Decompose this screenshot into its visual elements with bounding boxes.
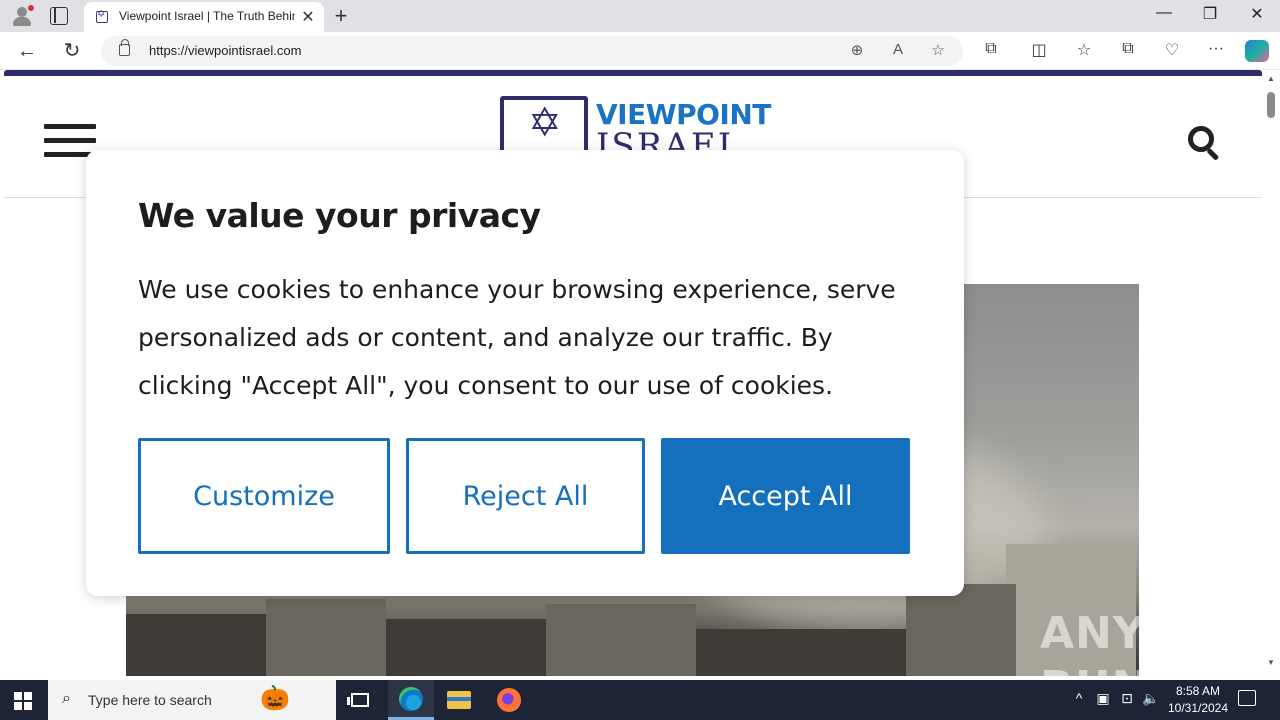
cookie-dialog-text: We use cookies to enhance your browsing … [138, 275, 896, 400]
read-aloud-icon[interactable]: A [887, 41, 909, 58]
anyrun-watermark: ANYRUN [1040, 608, 1262, 676]
tab-actions-icon[interactable] [50, 7, 68, 25]
reject-all-button[interactable]: Reject All [406, 438, 645, 554]
tab-title: Viewpoint Israel | The Truth Behind [119, 9, 295, 23]
browser-toolbar: ← ↻ https://viewpointisrael.com ⊕ A ☆ ⧉ … [0, 32, 1280, 70]
file-explorer-icon [447, 691, 471, 709]
maximize-button[interactable]: ❐ [1195, 4, 1225, 24]
close-window-button[interactable]: ✕ [1242, 4, 1272, 24]
site-logo[interactable]: VIEWPOINT ISRAEL [500, 96, 771, 166]
taskbar-file-explorer[interactable] [436, 680, 482, 720]
system-clock[interactable]: 8:58 AM 10/31/2024 [1160, 683, 1236, 717]
copilot-icon[interactable] [1245, 40, 1269, 62]
url-text[interactable]: https://viewpointisrael.com [149, 43, 301, 58]
taskbar-firefox[interactable] [486, 680, 532, 720]
accept-all-button[interactable]: Accept All [661, 438, 910, 554]
page-scrollbar[interactable]: ▲ ▼ [1262, 70, 1280, 676]
minimize-button[interactable]: — [1149, 4, 1179, 22]
star-of-david-icon [500, 96, 588, 156]
back-button[interactable]: ← [14, 39, 40, 63]
play-icon [1149, 610, 1186, 662]
edge-icon [399, 686, 423, 711]
chevron-up-icon[interactable]: ^ [1068, 690, 1090, 706]
search-icon: ⌕ [62, 690, 71, 707]
favorite-star-icon[interactable]: ☆ [927, 41, 949, 59]
more-menu-icon[interactable]: ··· [1204, 40, 1228, 58]
address-bar[interactable]: https://viewpointisrael.com ⊕ A ☆ [101, 36, 963, 66]
favorites-icon[interactable]: ☆ [1072, 40, 1096, 60]
customize-button[interactable]: Customize [138, 438, 390, 554]
clock-date: 10/31/2024 [1167, 701, 1229, 715]
notification-icon[interactable] [1238, 690, 1256, 706]
scroll-down-icon[interactable]: ▼ [1267, 658, 1275, 667]
taskbar-search-box[interactable]: ⌕ Type here to search 🎃 [48, 680, 336, 720]
taskbar-edge[interactable] [388, 680, 434, 720]
tab-close-icon[interactable]: ✕ [299, 7, 317, 27]
browser-tab-strip: Viewpoint Israel | The Truth Behind ✕ + … [0, 0, 1280, 32]
profile-icon[interactable] [10, 5, 34, 27]
browser-essentials-icon[interactable]: ♡ [1160, 40, 1184, 60]
network-adapter-icon[interactable]: ▣ [1092, 690, 1114, 707]
split-screen-icon[interactable]: ◫ [1027, 40, 1051, 60]
volume-icon[interactable]: 🔈 [1140, 690, 1162, 707]
lock-icon[interactable] [119, 39, 130, 56]
new-tab-button[interactable]: + [330, 3, 352, 29]
taskbar-search-placeholder: Type here to search [88, 692, 212, 708]
network-icon[interactable]: ⊡ [1116, 690, 1138, 707]
clock-time: 8:58 AM [1175, 684, 1221, 698]
cookie-dialog-title: We value your privacy [138, 196, 541, 235]
browser-tab-active[interactable]: Viewpoint Israel | The Truth Behind ✕ [84, 2, 324, 32]
halloween-pumpkin-icon[interactable]: 🎃 [260, 684, 290, 713]
extensions-icon[interactable]: ⧉ [979, 40, 1003, 58]
task-view-button[interactable] [337, 680, 383, 720]
site-favicon-icon [96, 9, 108, 23]
cookie-consent-dialog: We value your privacy We use cookies to … [86, 150, 964, 596]
task-view-icon [347, 693, 369, 707]
collections-icon[interactable]: ⧉ [1116, 40, 1140, 58]
windows-taskbar: ⌕ Type here to search 🎃 ^ ▣ ⊡ 🔈 8:58 AM … [0, 680, 1280, 720]
scroll-up-icon[interactable]: ▲ [1267, 74, 1275, 83]
firefox-icon [497, 688, 521, 712]
windows-start-icon[interactable] [14, 692, 32, 710]
scrollbar-thumb[interactable] [1267, 92, 1275, 118]
zoom-icon[interactable]: ⊕ [846, 41, 868, 59]
refresh-button[interactable]: ↻ [59, 39, 85, 63]
search-icon[interactable] [1188, 126, 1222, 161]
